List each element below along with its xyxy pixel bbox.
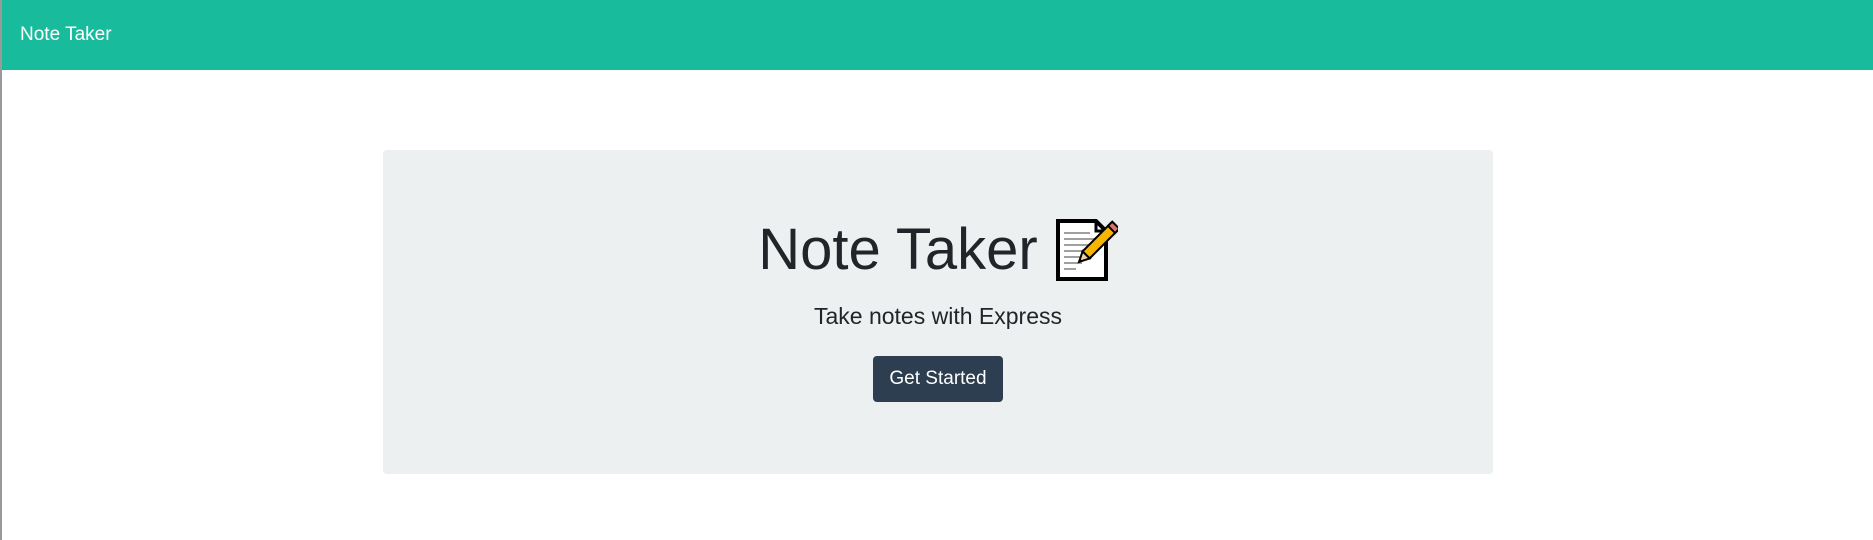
top-navbar: Note Taker [2,0,1873,70]
navbar-brand-link[interactable]: Note Taker [20,24,112,46]
memo-pencil-icon [1052,217,1121,283]
page-title: Note Taker [758,217,1038,282]
hero-subtitle: Take notes with Express [813,303,1062,329]
hero-title-row: Note Taker [758,214,1121,286]
get-started-button[interactable]: Get Started [873,356,1003,402]
hero-jumbotron: Note Taker Take notes with Express Get S… [383,150,1493,474]
window-edge [0,0,2,540]
